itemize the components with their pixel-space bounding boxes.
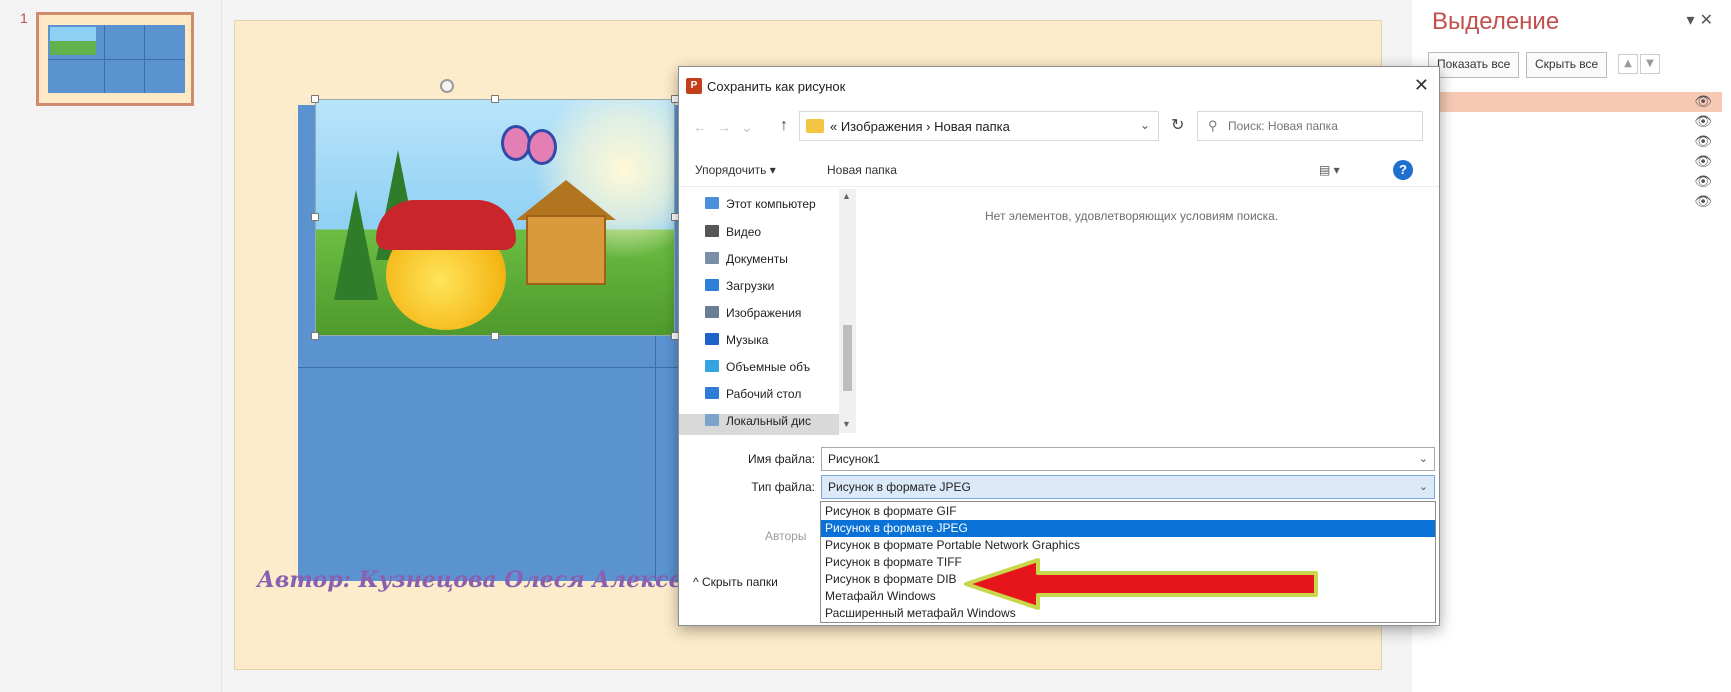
selection-item[interactable]: 👁 [1432, 172, 1722, 192]
visibility-eye-icon[interactable]: 👁 [1694, 174, 1712, 190]
search-box[interactable]: ⚲ [1197, 111, 1423, 141]
up-arrow-icon[interactable]: ↑ [780, 117, 788, 135]
save-as-picture-dialog: P Сохранить как рисунок ✕ ←→⌄ ↑ « Изобра… [678, 66, 1440, 626]
organize-button[interactable]: Упорядочить ▾ [695, 163, 776, 177]
search-icon: ⚲ [1208, 118, 1218, 133]
visibility-eye-icon[interactable]: 👁 [1694, 134, 1712, 150]
3d-objects-icon [705, 360, 719, 372]
tree-item-documents[interactable]: Документы [705, 252, 788, 276]
powerpoint-icon: P [686, 78, 702, 94]
view-options-icon[interactable]: ▤ ▾ [1319, 163, 1340, 177]
desktop-icon [705, 387, 719, 399]
thumbnail-table-line [48, 59, 185, 60]
tree-shape [334, 190, 378, 300]
address-path[interactable]: « Изображения › Новая папка [830, 119, 1010, 134]
close-icon[interactable]: ✕ [1414, 75, 1429, 96]
powerpoint-window: 1 Автор: Кузнецова Олеся Алексеевна Выде… [0, 0, 1731, 692]
refresh-icon[interactable]: ↻ [1171, 115, 1184, 135]
chevron-down-icon[interactable]: ⌄ [1419, 452, 1428, 465]
selection-pane-title: Выделение [1432, 8, 1560, 35]
selection-item[interactable]: 👁 [1432, 112, 1722, 132]
visibility-eye-icon[interactable]: 👁 [1694, 114, 1712, 130]
new-folder-button[interactable]: Новая папка [827, 163, 897, 177]
scarf-shape [376, 200, 516, 250]
help-icon[interactable]: ? [1393, 160, 1413, 180]
slide-thumbnail-pane: 1 [0, 0, 222, 692]
visibility-eye-icon[interactable]: 👁 [1694, 94, 1712, 110]
resize-handle[interactable] [311, 332, 319, 340]
hide-folders-button[interactable]: ^ Скрыть папки [693, 575, 778, 589]
filename-value[interactable]: Рисунок1 [828, 452, 880, 466]
filetype-option[interactable]: Рисунок в формате GIF [821, 503, 1435, 520]
folder-icon [806, 119, 824, 133]
filename-label: Имя файла: [748, 452, 815, 466]
tree-item-this-pc[interactable]: Этот компьютер [705, 197, 816, 221]
red-arrow-annotation [964, 558, 1318, 610]
tree-item-music[interactable]: Музыка [705, 333, 768, 357]
filetype-label: Тип файла: [751, 480, 815, 494]
tree-item-video[interactable]: Видео [705, 225, 761, 249]
resize-handle[interactable] [311, 95, 319, 103]
filetype-option-selected[interactable]: Рисунок в формате JPEG [821, 520, 1435, 537]
bring-forward-icon[interactable]: ▲ [1618, 54, 1638, 74]
tree-item-downloads[interactable]: Загрузки [705, 279, 774, 303]
dialog-toolbar: Упорядочить ▾ Новая папка ▤ ▾ ? [679, 155, 1439, 187]
visibility-eye-icon[interactable]: 👁 [1694, 154, 1712, 170]
selection-item[interactable]: 👁 [1432, 192, 1722, 212]
house-roof-shape [516, 180, 616, 220]
filetype-select[interactable]: Рисунок в формате JPEG ⌄ [821, 475, 1435, 499]
tree-item-desktop[interactable]: Рабочий стол [705, 387, 801, 411]
computer-icon [705, 197, 719, 209]
navigation-tree: Этот компьютер Видео Документы Загрузки … [679, 189, 857, 435]
slide-thumbnail[interactable] [36, 12, 194, 106]
filetype-value[interactable]: Рисунок в формате JPEG [828, 480, 971, 494]
search-input[interactable] [1228, 116, 1414, 136]
back-forward-icon[interactable]: ←→⌄ [693, 119, 763, 136]
address-bar[interactable]: « Изображения › Новая папка ⌄ [799, 111, 1159, 141]
house-shape [526, 215, 606, 285]
scroll-down-icon[interactable]: ▼ [842, 419, 851, 429]
pane-controls[interactable]: ▾ ✕ [1686, 10, 1713, 29]
show-all-button[interactable]: Показать все [1428, 52, 1520, 78]
chevron-down-icon[interactable]: ⌄ [1140, 118, 1150, 132]
send-backward-icon[interactable]: ▼ [1640, 54, 1660, 74]
filename-field[interactable]: Рисунок1 ⌄ [821, 447, 1435, 471]
tree-item-3d-objects[interactable]: Объемные объ [705, 360, 810, 384]
selection-pane: Выделение ▾ ✕ Показать все Скрыть все ▲ … [1412, 0, 1731, 692]
chevron-down-icon[interactable]: ⌄ [1419, 480, 1428, 493]
authors-label: Авторы [765, 529, 807, 543]
hide-all-button[interactable]: Скрыть все [1526, 52, 1608, 78]
slide-picture[interactable] [315, 99, 675, 336]
thumbnail-picture [50, 27, 96, 55]
disk-icon [705, 414, 719, 426]
scroll-up-icon[interactable]: ▲ [842, 191, 851, 201]
tree-item-pictures[interactable]: Изображения [705, 306, 801, 330]
dialog-title: Сохранить как рисунок [707, 79, 846, 94]
scrollbar-thumb[interactable] [843, 325, 852, 391]
visibility-eye-icon[interactable]: 👁 [1694, 194, 1712, 210]
butterfly-shape [501, 125, 561, 175]
resize-handle[interactable] [491, 95, 499, 103]
selection-item[interactable]: 👁 [1432, 132, 1722, 152]
author-caption[interactable]: Автор: Кузнецова Олеся Алексеевна [257, 567, 741, 593]
document-icon [705, 252, 719, 264]
rotation-handle[interactable] [440, 79, 454, 93]
filetype-option[interactable]: Рисунок в формате Portable Network Graph… [821, 537, 1435, 554]
resize-handle[interactable] [311, 213, 319, 221]
resize-handle[interactable] [491, 332, 499, 340]
slide-number: 1 [20, 10, 28, 26]
video-icon [705, 225, 719, 237]
selection-item[interactable]: 👁 [1432, 92, 1722, 112]
selection-item[interactable]: 👁 [1432, 152, 1722, 172]
music-icon [705, 333, 719, 345]
empty-results-message: Нет элементов, удовлетворяющих условиям … [985, 209, 1279, 223]
download-icon [705, 279, 719, 291]
pictures-icon [705, 306, 719, 318]
thumbnail-table [48, 25, 185, 93]
tree-item-local-disk[interactable]: Локальный дис [679, 414, 839, 435]
tree-scrollbar[interactable]: ▲ ▼ [839, 189, 856, 433]
